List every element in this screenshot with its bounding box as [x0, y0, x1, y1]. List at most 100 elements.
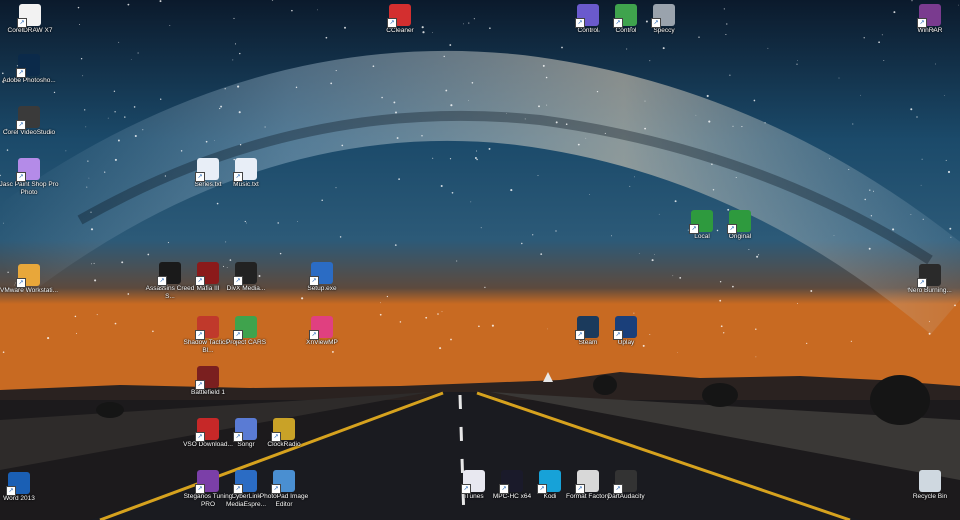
star	[244, 220, 246, 223]
battlefield-icon: ↗	[195, 366, 219, 390]
shortcut-arrow-icon: ↗	[233, 276, 243, 286]
desktop-shortcut-utorrent2[interactable]: ↗ Original	[710, 210, 770, 241]
star	[949, 227, 952, 230]
star	[386, 295, 389, 298]
star	[395, 111, 397, 114]
star	[474, 157, 477, 159]
shortcut-arrow-icon: ↗	[233, 432, 243, 442]
desktop-shortcut-photopad[interactable]: ↗ PhotoPad Image Editor	[254, 470, 314, 508]
star	[432, 157, 434, 159]
star	[127, 293, 130, 295]
shortcut-arrow-icon: ↗	[575, 18, 585, 28]
desktop-shortcut-word[interactable]: ↗ Word 2013	[0, 472, 49, 503]
star	[911, 0, 913, 2]
desktop-shortcut-recyclebin[interactable]: Recycle Bin	[900, 470, 960, 501]
photopad-icon: ↗	[271, 470, 295, 494]
star	[921, 158, 923, 160]
star	[279, 252, 282, 255]
star	[121, 261, 124, 264]
star	[450, 104, 453, 107]
star	[589, 194, 591, 195]
desktop-shortcut-winrar[interactable]: ↗ WinRAR	[900, 4, 960, 35]
desktop-shortcut-battlefield[interactable]: ↗ Battlefield 1	[178, 366, 238, 397]
star	[910, 213, 912, 215]
star	[80, 58, 83, 60]
star	[65, 150, 67, 152]
shortcut-arrow-icon: ↗	[613, 484, 623, 494]
star	[719, 299, 722, 302]
star	[291, 9, 293, 12]
desktop-shortcut-jasc[interactable]: ↗ Jasc Paint Shop Pro Photo	[0, 158, 59, 196]
star	[2, 351, 5, 354]
star	[449, 44, 452, 46]
speccy-icon: ↗	[651, 4, 675, 28]
desktop-shortcut-ccleaner[interactable]: ↗ CCleaner	[370, 4, 430, 35]
star	[806, 342, 808, 345]
star	[239, 143, 242, 146]
star	[719, 281, 722, 283]
shortcut-arrow-icon: ↗	[575, 330, 585, 340]
shortcut-arrow-icon: ↗	[16, 68, 26, 78]
star	[626, 48, 628, 50]
desktop-shortcut-xnview[interactable]: ↗ XnViewMP	[292, 316, 352, 347]
star	[425, 316, 428, 319]
star	[152, 330, 154, 333]
dx-icon: ↗	[233, 262, 257, 286]
star	[732, 125, 734, 127]
star	[74, 315, 77, 318]
star	[662, 47, 665, 50]
star	[695, 114, 697, 116]
desktop-shortcut-dxvid[interactable]: ↗ DivX Media...	[216, 262, 276, 293]
star	[480, 227, 482, 229]
star	[224, 88, 226, 90]
shortcut-arrow-icon: ↗	[309, 330, 319, 340]
star	[726, 23, 728, 25]
star	[748, 249, 750, 250]
star	[596, 90, 599, 93]
desktop-shortcut-projectcars[interactable]: ↗ Project CARS	[216, 316, 276, 347]
shortcut-arrow-icon: ↗	[195, 484, 205, 494]
star	[883, 59, 885, 61]
star	[764, 122, 766, 124]
star	[463, 23, 464, 25]
desktop-shortcut-coreldraw[interactable]: ↗ CorelDRAW X7	[0, 4, 60, 35]
desktop-shortcut-photoshop[interactable]: ↗ Adobe Photosho...	[0, 54, 59, 85]
star	[205, 140, 208, 143]
star	[93, 262, 95, 264]
star	[638, 253, 640, 254]
star	[538, 105, 540, 108]
utorrent-icon: ↗	[727, 210, 751, 234]
star	[90, 211, 92, 213]
star	[852, 123, 854, 125]
star	[910, 108, 913, 111]
star	[489, 27, 491, 29]
star	[679, 277, 682, 279]
star	[870, 215, 873, 217]
shortcut-arrow-icon: ↗	[271, 432, 281, 442]
desktop-shortcut-setup[interactable]: ↗ Setup.exe	[292, 262, 352, 293]
shortcut-arrow-icon: ↗	[613, 330, 623, 340]
desktop-shortcut-uplay[interactable]: ↗ Uplay	[596, 316, 656, 347]
star	[491, 324, 494, 327]
desktop-shortcut-doc2[interactable]: ↗ Music.txt	[216, 158, 276, 189]
desktop-shortcut-vmware[interactable]: ↗ VMware Workstati...	[0, 264, 59, 295]
recyclebin-icon	[919, 470, 941, 492]
star	[169, 24, 171, 26]
shortcut-arrow-icon: ↗	[157, 276, 167, 286]
star	[649, 60, 651, 62]
star	[756, 255, 759, 258]
desktop-shortcut-speccy[interactable]: ↗ Speccy	[634, 4, 694, 35]
star	[398, 178, 400, 180]
star	[838, 77, 840, 79]
star	[869, 189, 871, 191]
shortcut-arrow-icon: ↗	[16, 172, 26, 182]
star	[147, 253, 150, 256]
star	[577, 143, 580, 146]
desktop-shortcut-dartaudacity[interactable]: ↗ DartAudacity	[596, 470, 656, 501]
desktop-shortcut-label: XnViewMP	[306, 339, 338, 346]
desktop-shortcut-nero[interactable]: ↗ Nero Burning...	[900, 264, 960, 295]
desktop-shortcut-videostudio[interactable]: ↗ Corel VideoStudio	[0, 106, 59, 137]
star	[393, 101, 396, 104]
star	[546, 328, 548, 330]
desktop-shortcut-clocky[interactable]: ↗ ClockRadio	[254, 418, 314, 449]
